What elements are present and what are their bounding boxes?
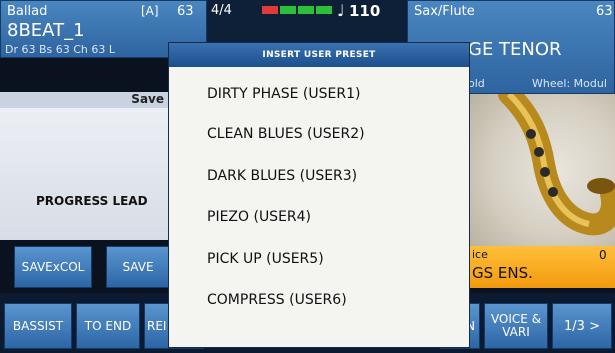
- hold-label: old: [468, 77, 485, 90]
- preset-item-user2[interactable]: CLEAN BLUES (USER2): [207, 126, 365, 142]
- preset-item-user1[interactable]: DIRTY PHASE (USER1): [207, 86, 360, 102]
- save-button[interactable]: SAVE: [106, 246, 170, 288]
- voice-value: 63: [596, 4, 613, 19]
- progress-lead-label: PROGRESS LEAD: [36, 194, 148, 208]
- save-header: Save: [0, 92, 172, 108]
- saxophone-icon: [498, 94, 615, 236]
- style-bank: [A]: [141, 4, 159, 18]
- to-end-button[interactable]: TO END: [76, 303, 140, 349]
- save-ex-col-button[interactable]: SAVExCOL: [14, 246, 92, 288]
- voice-box-name: GS ENS.: [472, 264, 533, 282]
- wheel-label: Wheel: Modul: [532, 77, 607, 90]
- time-signature: 4/4: [211, 3, 232, 18]
- style-volumes: Dr 63 Bs 63 Ch 63 L: [5, 43, 116, 56]
- style-value: 63: [177, 4, 194, 19]
- page-next-button[interactable]: 1/3 >: [552, 303, 612, 349]
- preset-item-user6[interactable]: COMPRESS (USER6): [207, 292, 347, 308]
- style-name: Ballad: [7, 4, 48, 19]
- beat-meter: [262, 6, 332, 14]
- beat-indicator: [298, 6, 314, 14]
- voice-box-label: ice: [472, 248, 488, 261]
- preset-item-user3[interactable]: DARK BLUES (USER3): [207, 168, 357, 184]
- insert-user-preset-dialog: INSERT USER PRESET DIRTY PHASE (USER1) C…: [168, 42, 470, 348]
- voice-box-value: 0: [599, 248, 607, 262]
- note-icon: ♩: [337, 1, 345, 20]
- voice-name: GE TENOR: [468, 39, 562, 60]
- main-area: [0, 92, 172, 240]
- beat-indicator: [262, 6, 278, 14]
- preset-item-user5[interactable]: PICK UP (USER5): [207, 251, 324, 267]
- beat-indicator: [280, 6, 296, 14]
- tempo-panel[interactable]: 4/4 ♩ 110: [207, 0, 407, 42]
- bassist-button[interactable]: BASSIST: [4, 303, 72, 349]
- voice-box[interactable]: ice 0 GS ENS.: [469, 246, 615, 288]
- style-variation: 8BEAT_1: [7, 20, 85, 41]
- beat-indicator: [316, 6, 332, 14]
- voice-category: Sax/Flute: [414, 4, 475, 19]
- dialog-title: INSERT USER PRESET: [169, 43, 469, 67]
- tempo-value: 110: [349, 2, 381, 20]
- voice-vari-button[interactable]: VOICE & VARI: [484, 303, 548, 349]
- preset-item-user4[interactable]: PIEZO (USER4): [207, 209, 311, 225]
- voice-picture: [469, 94, 615, 246]
